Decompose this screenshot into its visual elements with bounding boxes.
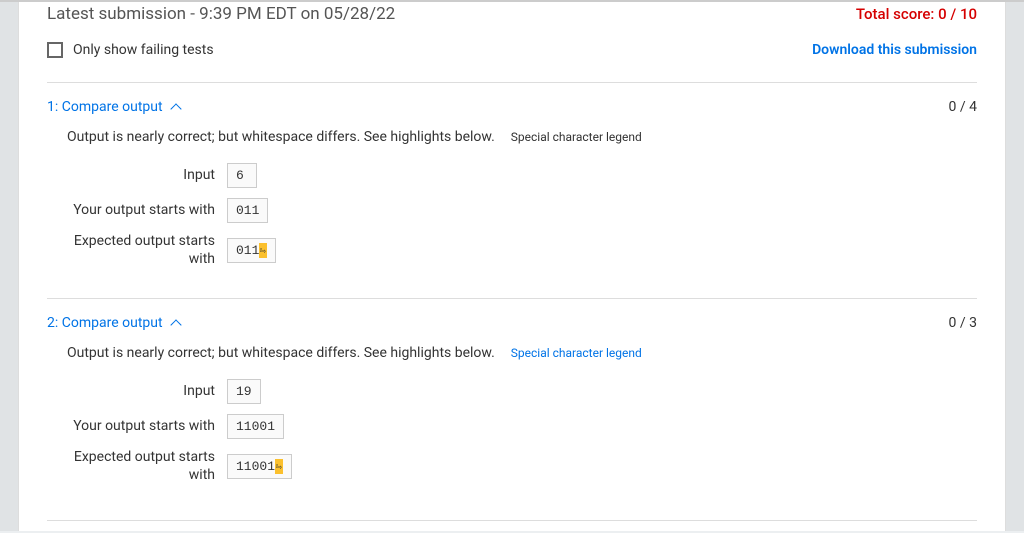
test-block: 2: Compare output 0 / 3 Output is nearly… bbox=[47, 298, 977, 531]
test-message: Output is nearly correct; but whitespace… bbox=[67, 345, 495, 361]
your-output-value: 011 bbox=[227, 198, 268, 223]
only-failing-label: Only show failing tests bbox=[73, 42, 214, 58]
input-label: Input bbox=[67, 383, 227, 401]
only-failing-checkbox[interactable]: Only show failing tests bbox=[47, 42, 214, 58]
chevron-up-icon bbox=[170, 104, 181, 115]
expected-output-label: Expected output starts with bbox=[67, 233, 227, 268]
input-label: Input bbox=[67, 167, 227, 185]
test-title-label: Compare output bbox=[62, 315, 163, 331]
divider bbox=[47, 520, 977, 521]
test-score: 0 / 4 bbox=[949, 99, 977, 115]
test-title-label: Compare output bbox=[62, 99, 163, 115]
test-score: 0 / 3 bbox=[949, 315, 977, 331]
expected-output-value: 11001⏎ bbox=[227, 454, 292, 479]
input-value: 6 bbox=[227, 163, 257, 188]
input-value: 19 bbox=[227, 379, 261, 404]
chevron-up-icon bbox=[170, 320, 181, 331]
submission-timestamp: Latest submission - 9:39 PM EDT on 05/28… bbox=[47, 4, 395, 24]
test-index: 2 bbox=[47, 315, 55, 331]
expected-output-value: 011⏎ bbox=[227, 238, 276, 263]
special-char-legend-link[interactable]: Special character legend bbox=[511, 346, 642, 360]
test-index: 1 bbox=[47, 99, 55, 115]
your-output-value: 11001 bbox=[227, 414, 284, 439]
your-output-label: Your output starts with bbox=[67, 202, 227, 220]
test-block: 1: Compare output 0 / 4 Output is nearly… bbox=[47, 82, 977, 298]
checkbox-icon bbox=[47, 42, 63, 58]
your-output-label: Your output starts with bbox=[67, 418, 227, 436]
download-submission-link[interactable]: Download this submission bbox=[812, 42, 977, 58]
newline-highlight-icon: ⏎ bbox=[275, 459, 283, 474]
newline-highlight-icon: ⏎ bbox=[259, 243, 267, 258]
test-message: Output is nearly correct; but whitespace… bbox=[67, 129, 495, 145]
test-header-toggle[interactable]: 2: Compare output 0 / 3 bbox=[47, 315, 977, 331]
special-char-legend-link[interactable]: Special character legend bbox=[511, 130, 642, 144]
test-header-toggle[interactable]: 1: Compare output 0 / 4 bbox=[47, 99, 977, 115]
total-score: Total score: 0 / 10 bbox=[856, 5, 977, 23]
expected-output-label: Expected output starts with bbox=[67, 449, 227, 484]
submission-header: Latest submission - 9:39 PM EDT on 05/28… bbox=[47, 2, 977, 36]
